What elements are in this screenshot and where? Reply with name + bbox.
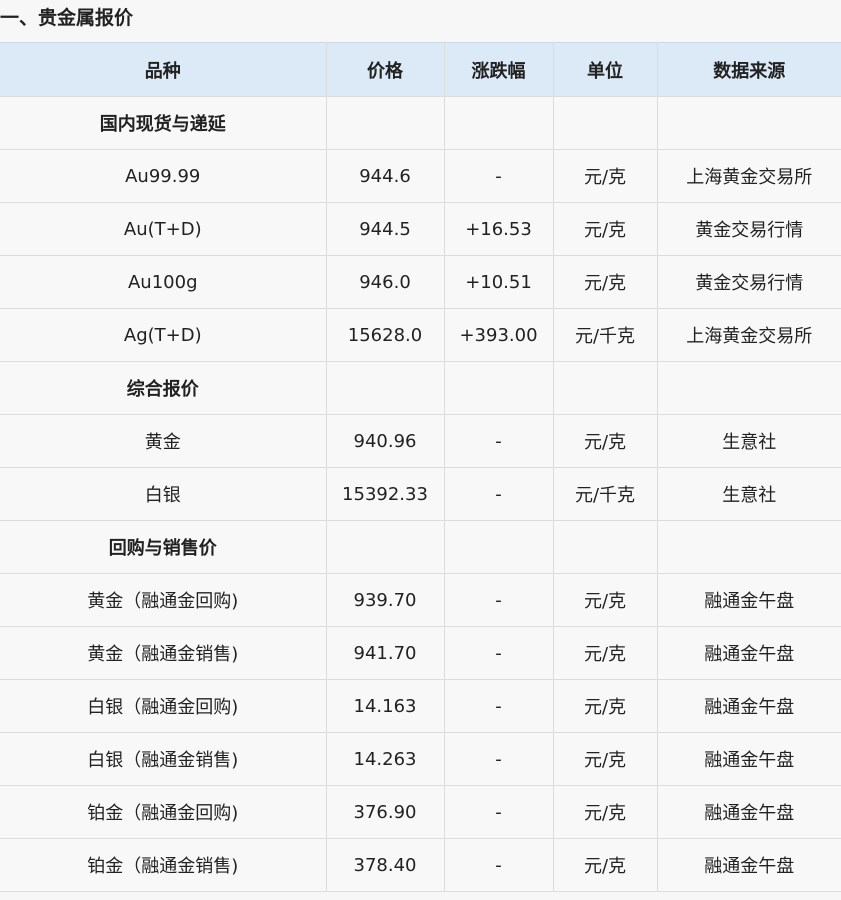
cell-unit: 元/克: [552, 414, 658, 468]
table-row: 白银（融通金销售) 14.263 - 元/克 融通金午盘: [0, 732, 841, 786]
header-price: 价格: [325, 42, 445, 97]
empty-cell: [656, 520, 841, 574]
cell-variety: 铂金（融通金回购): [0, 785, 327, 839]
cell-source: 黄金交易行情: [656, 255, 841, 309]
cell-source: 生意社: [656, 467, 841, 521]
cell-variety: Au99.99: [0, 149, 327, 203]
table-row: 白银 15392.33 - 元/千克 生意社: [0, 467, 841, 521]
group-row: 回购与销售价: [0, 520, 841, 574]
cell-variety: 白银: [0, 467, 327, 521]
cell-source: 融通金午盘: [656, 732, 841, 786]
cell-price: 14.263: [325, 732, 445, 786]
empty-cell: [552, 520, 658, 574]
cell-change: +393.00: [443, 308, 554, 362]
table-row: 黄金 940.96 - 元/克 生意社: [0, 414, 841, 468]
cell-source: 上海黄金交易所: [656, 308, 841, 362]
table-row: 黄金（融通金销售) 941.70 - 元/克 融通金午盘: [0, 626, 841, 680]
empty-cell: [443, 520, 554, 574]
group-label: 国内现货与递延: [0, 96, 327, 150]
table-row: Au(T+D) 944.5 +16.53 元/克 黄金交易行情: [0, 202, 841, 256]
cell-change: -: [443, 838, 554, 892]
cell-unit: 元/克: [552, 573, 658, 627]
cell-price: 376.90: [325, 785, 445, 839]
cell-variety: 白银（融通金销售): [0, 732, 327, 786]
cell-unit: 元/克: [552, 838, 658, 892]
cell-variety: Au100g: [0, 255, 327, 309]
cell-source: 融通金午盘: [656, 838, 841, 892]
cell-source: 融通金午盘: [656, 785, 841, 839]
empty-cell: [443, 96, 554, 150]
section-title: 一、贵金属报价: [0, 0, 841, 42]
cell-change: -: [443, 732, 554, 786]
cell-change: -: [443, 414, 554, 468]
cell-variety: Au(T+D): [0, 202, 327, 256]
empty-cell: [656, 361, 841, 415]
header-variety: 品种: [0, 42, 327, 97]
cell-variety: 黄金（融通金销售): [0, 626, 327, 680]
table-row: 黄金（融通金回购) 939.70 - 元/克 融通金午盘: [0, 573, 841, 627]
empty-cell: [325, 361, 445, 415]
group-row: 国内现货与递延: [0, 96, 841, 150]
cell-source: 黄金交易行情: [656, 202, 841, 256]
group-row: 综合报价: [0, 361, 841, 415]
cell-unit: 元/克: [552, 732, 658, 786]
cell-unit: 元/克: [552, 679, 658, 733]
cell-source: 融通金午盘: [656, 573, 841, 627]
empty-cell: [325, 96, 445, 150]
cell-variety: 黄金: [0, 414, 327, 468]
cell-unit: 元/克: [552, 785, 658, 839]
table-row: Au100g 946.0 +10.51 元/克 黄金交易行情: [0, 255, 841, 309]
header-source: 数据来源: [656, 42, 841, 97]
cell-change: +16.53: [443, 202, 554, 256]
cell-price: 14.163: [325, 679, 445, 733]
empty-cell: [656, 96, 841, 150]
group-label: 综合报价: [0, 361, 327, 415]
table-row: Au99.99 944.6 - 元/克 上海黄金交易所: [0, 149, 841, 203]
cell-unit: 元/千克: [552, 308, 658, 362]
cell-change: -: [443, 573, 554, 627]
table-row: 白银（融通金回购) 14.163 - 元/克 融通金午盘: [0, 679, 841, 733]
cell-unit: 元/克: [552, 149, 658, 203]
empty-cell: [552, 361, 658, 415]
empty-cell: [552, 96, 658, 150]
cell-price: 944.5: [325, 202, 445, 256]
cell-change: -: [443, 626, 554, 680]
cell-price: 940.96: [325, 414, 445, 468]
cell-source: 融通金午盘: [656, 626, 841, 680]
table-row: 铂金（融通金销售) 378.40 - 元/克 融通金午盘: [0, 838, 841, 892]
cell-variety: 铂金（融通金销售): [0, 838, 327, 892]
cell-price: 941.70: [325, 626, 445, 680]
empty-cell: [325, 520, 445, 574]
cell-change: -: [443, 149, 554, 203]
table-row: Ag(T+D) 15628.0 +393.00 元/千克 上海黄金交易所: [0, 308, 841, 362]
cell-variety: Ag(T+D): [0, 308, 327, 362]
cell-change: +10.51: [443, 255, 554, 309]
table-row: 铂金（融通金回购) 376.90 - 元/克 融通金午盘: [0, 785, 841, 839]
precious-metals-price-table: 品种 价格 涨跌幅 单位 数据来源 国内现货与递延 Au99.99 944.6 …: [0, 42, 841, 892]
cell-change: -: [443, 679, 554, 733]
cell-change: -: [443, 785, 554, 839]
cell-variety: 黄金（融通金回购): [0, 573, 327, 627]
cell-price: 939.70: [325, 573, 445, 627]
empty-cell: [443, 361, 554, 415]
cell-price: 944.6: [325, 149, 445, 203]
table-header-row: 品种 价格 涨跌幅 单位 数据来源: [0, 42, 841, 97]
cell-unit: 元/克: [552, 255, 658, 309]
cell-unit: 元/克: [552, 202, 658, 256]
cell-unit: 元/千克: [552, 467, 658, 521]
group-label: 回购与销售价: [0, 520, 327, 574]
cell-price: 378.40: [325, 838, 445, 892]
cell-unit: 元/克: [552, 626, 658, 680]
cell-price: 15628.0: [325, 308, 445, 362]
cell-price: 15392.33: [325, 467, 445, 521]
cell-source: 生意社: [656, 414, 841, 468]
cell-price: 946.0: [325, 255, 445, 309]
cell-source: 融通金午盘: [656, 679, 841, 733]
header-change: 涨跌幅: [443, 42, 554, 97]
cell-variety: 白银（融通金回购): [0, 679, 327, 733]
cell-change: -: [443, 467, 554, 521]
header-unit: 单位: [552, 42, 658, 97]
cell-source: 上海黄金交易所: [656, 149, 841, 203]
